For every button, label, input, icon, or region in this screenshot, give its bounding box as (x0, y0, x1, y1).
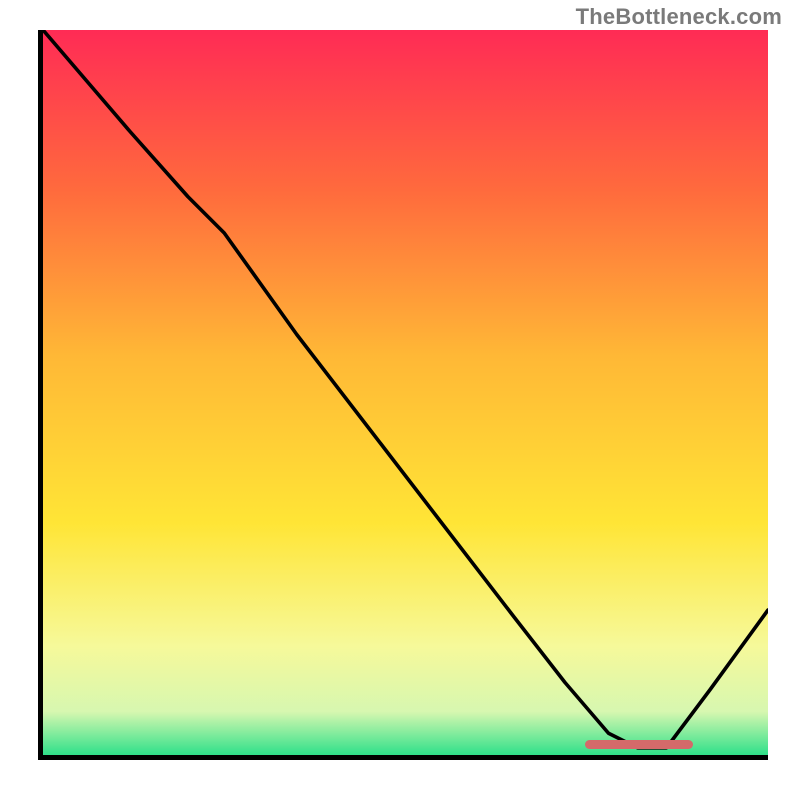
gradient-background (43, 30, 768, 755)
watermark-text: TheBottleneck.com (576, 4, 782, 30)
plot-area (38, 30, 768, 760)
optimal-range-marker (585, 740, 694, 749)
plot-svg (43, 30, 768, 755)
chart-container: TheBottleneck.com (0, 0, 800, 800)
